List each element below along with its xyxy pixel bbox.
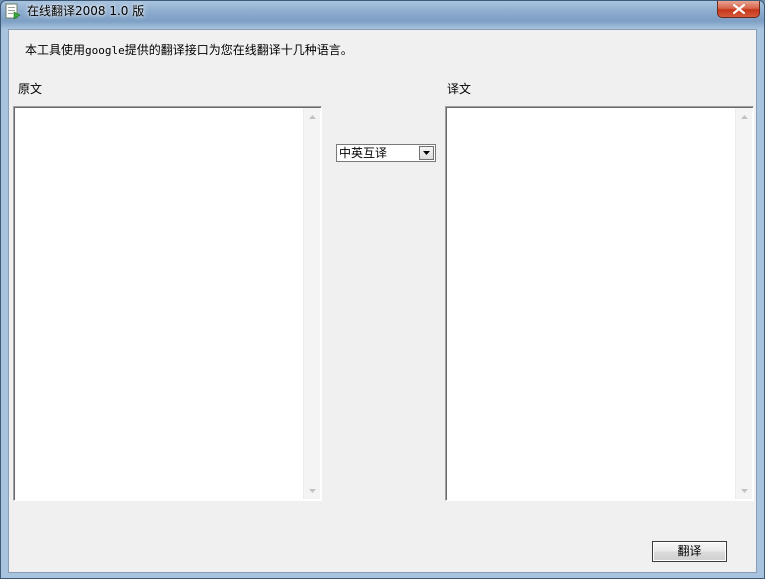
window-title: 在线翻译2008 1.0 版 <box>27 4 145 18</box>
target-text-box <box>445 106 754 501</box>
translate-button[interactable]: 翻译 <box>652 541 727 562</box>
close-icon <box>733 4 745 14</box>
source-scrollbar[interactable] <box>303 108 320 499</box>
selected-mode: 中英互译 <box>339 146 388 160</box>
scroll-down-button[interactable] <box>304 482 320 499</box>
arrow-up-icon <box>740 114 748 119</box>
app-window: 在线翻译2008 1.0 版 本工具使用google提供的翻译接口为您在线翻译十… <box>0 0 765 579</box>
scroll-down-button[interactable] <box>736 482 752 499</box>
target-label: 译文 <box>447 82 472 96</box>
description-text: 本工具使用google提供的翻译接口为您在线翻译十几种语言。 <box>25 42 353 59</box>
target-scrollbar[interactable] <box>735 108 752 499</box>
title-bar[interactable]: 在线翻译2008 1.0 版 <box>1 1 764 23</box>
scroll-up-button[interactable] <box>736 108 752 125</box>
dialog-client-area: 本工具使用google提供的翻译接口为您在线翻译十几种语言。 原文 译文 中英互… <box>8 29 757 573</box>
arrow-up-icon <box>308 114 316 119</box>
description-api-name: google <box>85 44 125 57</box>
target-textarea[interactable] <box>448 109 734 498</box>
close-button[interactable] <box>717 1 760 18</box>
chevron-down-icon <box>423 151 430 155</box>
dropdown-button[interactable] <box>419 146 434 160</box>
source-textarea[interactable] <box>16 109 302 498</box>
app-icon <box>5 3 21 20</box>
source-text-box <box>13 106 322 501</box>
translation-mode-select[interactable]: 中英互译 <box>336 144 436 162</box>
description-suffix: 提供的翻译接口为您在线翻译十几种语言。 <box>124 43 353 57</box>
source-label: 原文 <box>18 82 43 96</box>
arrow-down-icon <box>308 488 316 493</box>
description-prefix: 本工具使用 <box>25 43 86 57</box>
arrow-down-icon <box>740 488 748 493</box>
scroll-up-button[interactable] <box>304 108 320 125</box>
